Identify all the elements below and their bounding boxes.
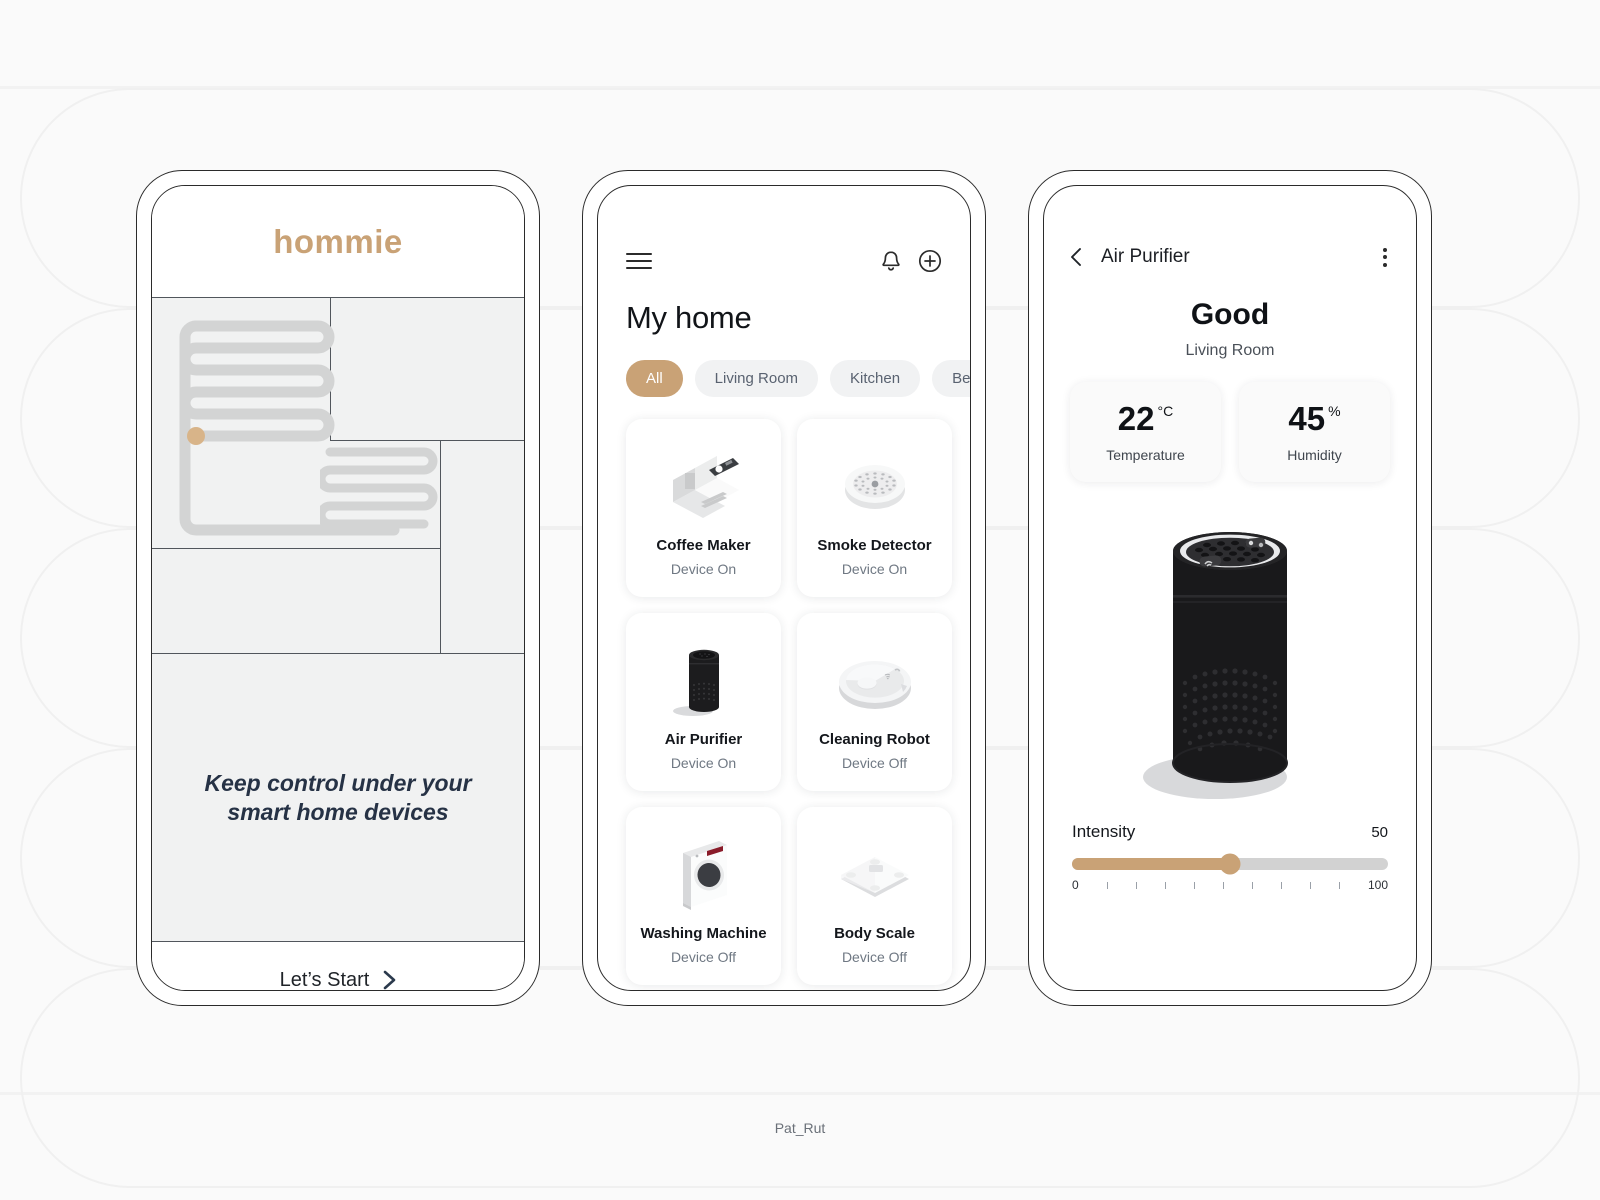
detail-title: Air Purifier bbox=[1101, 246, 1190, 267]
slider-tick bbox=[1193, 881, 1195, 889]
slider-tick bbox=[1280, 881, 1283, 889]
lets-start-label: Let’s Start bbox=[279, 968, 370, 991]
panel-divider bbox=[440, 548, 442, 653]
slider-tick bbox=[1309, 881, 1312, 889]
plus-circle-icon[interactable] bbox=[918, 249, 942, 273]
coffee-maker-icon bbox=[661, 437, 747, 535]
home-screen: My home All Living Room Kitchen Bedroom bbox=[597, 185, 971, 991]
home-topbar bbox=[598, 244, 970, 278]
device-state: Device Off bbox=[841, 949, 908, 965]
onboarding-screen: hommie Keep control under your smart hom… bbox=[151, 185, 525, 991]
device-name: Cleaning Robot bbox=[819, 731, 930, 748]
detail-topbar: Air Purifier bbox=[1070, 242, 1390, 272]
device-detail-screen: Air Purifier Good Living Room 22 °C Temp… bbox=[1043, 185, 1417, 991]
hamburger-menu-icon[interactable] bbox=[626, 252, 652, 270]
intensity-value: 50 bbox=[1371, 824, 1388, 841]
app-canvas: hommie Keep control under your smart hom… bbox=[0, 0, 1600, 1200]
device-state: Device On bbox=[841, 561, 908, 577]
circuit-path-small bbox=[320, 444, 450, 540]
device-name: Washing Machine bbox=[640, 925, 767, 942]
humidity-value-group: 45 % bbox=[1288, 402, 1340, 435]
metric-card-temperature: 22 °C Temperature bbox=[1070, 382, 1221, 482]
cleaning-robot-icon bbox=[829, 631, 921, 729]
panel-divider bbox=[152, 548, 440, 550]
footer-credit: Pat_Rut bbox=[774, 1120, 826, 1136]
bell-icon[interactable] bbox=[880, 249, 902, 273]
smoke-detector-icon bbox=[832, 437, 918, 535]
device-room: Living Room bbox=[1185, 342, 1275, 359]
metric-card-humidity: 45 % Humidity bbox=[1239, 382, 1390, 482]
lets-start-button[interactable]: Let’s Start bbox=[152, 942, 524, 991]
slider-tick bbox=[1135, 881, 1137, 889]
intensity-slider-fill bbox=[1072, 858, 1230, 870]
humidity-value: 45 bbox=[1288, 399, 1326, 437]
metric-cards: 22 °C Temperature 45 % Humidity bbox=[1070, 382, 1390, 482]
device-card-air-purifier[interactable]: Air Purifier Device On bbox=[626, 613, 781, 791]
device-state: Device On bbox=[670, 755, 737, 771]
phone-device-detail: Air Purifier Good Living Room 22 °C Temp… bbox=[1028, 170, 1432, 1006]
phone-onboarding: hommie Keep control under your smart hom… bbox=[136, 170, 540, 1006]
chip-all[interactable]: All bbox=[626, 360, 683, 397]
chevron-right-icon bbox=[383, 970, 396, 990]
device-grid: Coffee Maker Device On Smoke Detector De… bbox=[598, 397, 970, 985]
intensity-slider-block: Intensity 50 0 100 bbox=[1070, 822, 1390, 892]
intensity-slider-track[interactable] bbox=[1072, 853, 1388, 875]
app-logo: hommie bbox=[273, 222, 403, 260]
more-vertical-icon[interactable] bbox=[1380, 245, 1390, 270]
slider-header: Intensity 50 bbox=[1072, 822, 1388, 842]
air-purifier-hero-image bbox=[1070, 486, 1390, 816]
home-top-actions bbox=[880, 249, 942, 273]
device-name: Air Purifier bbox=[664, 731, 743, 748]
device-name: Body Scale bbox=[834, 925, 915, 942]
device-card-cleaning-robot[interactable]: Cleaning Robot Device Off bbox=[797, 613, 952, 791]
chip-kitchen[interactable]: Kitchen bbox=[830, 360, 921, 397]
device-card-body-scale[interactable]: Body Scale Device Off bbox=[797, 807, 952, 985]
onboarding-caption-area: Keep control under your smart home devic… bbox=[152, 654, 524, 942]
slider-tick bbox=[1338, 881, 1341, 889]
slider-tick bbox=[1106, 881, 1108, 889]
air-purifier-icon bbox=[661, 631, 747, 729]
device-state: Device On bbox=[670, 561, 737, 577]
body-scale-icon bbox=[829, 825, 921, 923]
device-state: Device Off bbox=[841, 755, 908, 771]
intensity-label: Intensity bbox=[1072, 822, 1136, 841]
temperature-value: 22 bbox=[1117, 399, 1155, 437]
slider-tick bbox=[1251, 881, 1253, 889]
logo-area: hommie bbox=[152, 186, 524, 298]
onboarding-caption: Keep control under your smart home devic… bbox=[204, 770, 472, 825]
slider-min-label: 0 bbox=[1072, 878, 1079, 892]
chip-living-room[interactable]: Living Room bbox=[694, 360, 819, 397]
intensity-slider-thumb[interactable] bbox=[1219, 853, 1241, 875]
slider-tick bbox=[1222, 881, 1224, 889]
device-card-washing-machine[interactable]: Washing Machine Device Off bbox=[626, 807, 781, 985]
device-name: Smoke Detector bbox=[817, 537, 932, 554]
slider-max-label: 100 bbox=[1367, 878, 1388, 892]
phone-home: My home All Living Room Kitchen Bedroom bbox=[582, 170, 986, 1006]
room-filter-chips: All Living Room Kitchen Bedroom bbox=[598, 336, 970, 397]
page-title: My home bbox=[626, 300, 752, 335]
air-quality-status: Good bbox=[1190, 298, 1270, 331]
onboarding-illustration bbox=[152, 298, 524, 654]
device-card-smoke-detector[interactable]: Smoke Detector Device On bbox=[797, 419, 952, 597]
slider-tick-row: 0 100 bbox=[1072, 878, 1388, 892]
humidity-unit: % bbox=[1328, 402, 1341, 419]
temperature-unit: °C bbox=[1157, 402, 1174, 419]
home-body: My home All Living Room Kitchen Bedroom bbox=[598, 186, 970, 990]
temperature-value-group: 22 °C bbox=[1118, 402, 1173, 435]
humidity-label: Humidity bbox=[1287, 446, 1342, 463]
detail-body: Air Purifier Good Living Room 22 °C Temp… bbox=[1044, 186, 1416, 990]
device-card-coffee-maker[interactable]: Coffee Maker Device On bbox=[626, 419, 781, 597]
slider-tick bbox=[1164, 881, 1166, 889]
temperature-label: Temperature bbox=[1106, 446, 1185, 463]
washing-machine-icon bbox=[661, 825, 747, 923]
device-state: Device Off bbox=[670, 949, 737, 965]
device-name: Coffee Maker bbox=[656, 537, 751, 554]
chip-bedroom[interactable]: Bedroom bbox=[932, 360, 970, 397]
chevron-left-icon[interactable] bbox=[1070, 247, 1083, 267]
